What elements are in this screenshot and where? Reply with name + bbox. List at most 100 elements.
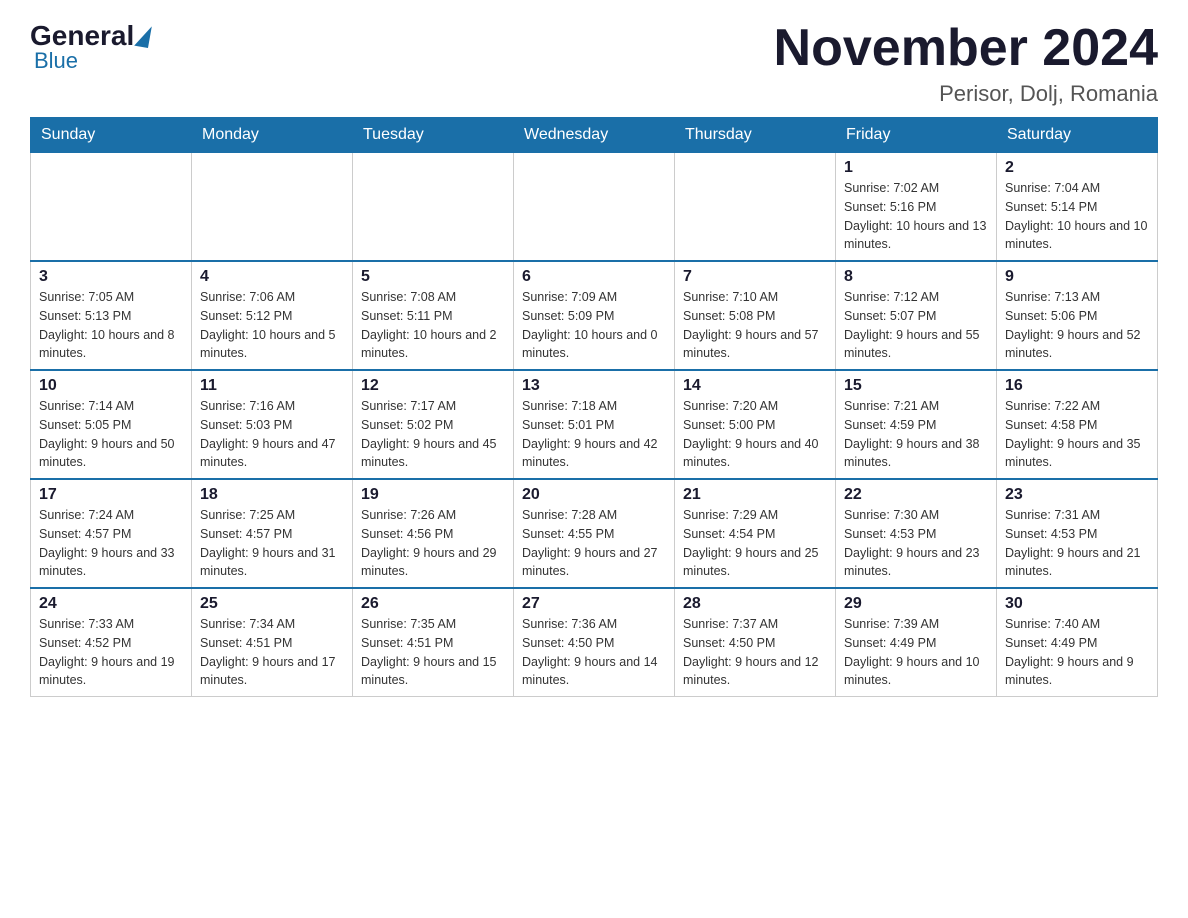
calendar-cell: 8 Sunrise: 7:12 AM Sunset: 5:07 PM Daylig… [836,261,997,370]
day-number: 10 [39,377,183,395]
day-number: 15 [844,377,988,395]
day-info: Sunrise: 7:09 AM Sunset: 5:09 PM Dayligh… [522,288,666,363]
day-info: Sunrise: 7:39 AM Sunset: 4:49 PM Dayligh… [844,615,988,690]
day-of-week-header: Tuesday [353,118,514,153]
calendar-title: November 2024 [774,20,1158,77]
day-info: Sunrise: 7:40 AM Sunset: 4:49 PM Dayligh… [1005,615,1149,690]
calendar-week-row: 1Sunrise: 7:02 AM Sunset: 5:16 PM Daylig… [31,153,1158,262]
calendar-cell: 30 Sunrise: 7:40 AM Sunset: 4:49 PM Dayli… [997,588,1158,697]
day-number: 2 [1005,159,1149,177]
day-info: Sunrise: 7:30 AM Sunset: 4:53 PM Dayligh… [844,506,988,581]
calendar-cell [675,153,836,262]
logo-blue-text: Blue [34,48,78,74]
day-number: 20 [522,486,666,504]
day-number: 6 [522,268,666,286]
day-number: 18 [200,486,344,504]
calendar-cell: 11 Sunrise: 7:16 AM Sunset: 5:03 PM Dayli… [192,370,353,479]
calendar-cell: 16 Sunrise: 7:22 AM Sunset: 4:58 PM Dayli… [997,370,1158,479]
day-info: Sunrise: 7:17 AM Sunset: 5:02 PM Dayligh… [361,397,505,472]
day-info: Sunrise: 7:10 AM Sunset: 5:08 PM Dayligh… [683,288,827,363]
day-number: 22 [844,486,988,504]
day-info: Sunrise: 7:29 AM Sunset: 4:54 PM Dayligh… [683,506,827,581]
day-number: 28 [683,595,827,613]
calendar-cell: 6 Sunrise: 7:09 AM Sunset: 5:09 PM Daylig… [514,261,675,370]
calendar-cell: 18 Sunrise: 7:25 AM Sunset: 4:57 PM Dayli… [192,479,353,588]
day-info: Sunrise: 7:05 AM Sunset: 5:13 PM Dayligh… [39,288,183,363]
day-info: Sunrise: 7:22 AM Sunset: 4:58 PM Dayligh… [1005,397,1149,472]
calendar-week-row: 24Sunrise: 7:33 AM Sunset: 4:52 PM Dayli… [31,588,1158,697]
day-info: Sunrise: 7:35 AM Sunset: 4:51 PM Dayligh… [361,615,505,690]
day-info: Sunrise: 7:18 AM Sunset: 5:01 PM Dayligh… [522,397,666,472]
calendar-cell: 10 Sunrise: 7:14 AM Sunset: 5:05 PM Dayli… [31,370,192,479]
day-number: 19 [361,486,505,504]
day-info: Sunrise: 7:14 AM Sunset: 5:05 PM Dayligh… [39,397,183,472]
calendar-cell [192,153,353,262]
day-number: 21 [683,486,827,504]
day-number: 16 [1005,377,1149,395]
day-of-week-header: Thursday [675,118,836,153]
day-info: Sunrise: 7:21 AM Sunset: 4:59 PM Dayligh… [844,397,988,472]
day-info: Sunrise: 7:24 AM Sunset: 4:57 PM Dayligh… [39,506,183,581]
day-info: Sunrise: 7:16 AM Sunset: 5:03 PM Dayligh… [200,397,344,472]
page-header: General Blue November 2024 Perisor, Dolj… [30,20,1158,107]
calendar-cell: 12 Sunrise: 7:17 AM Sunset: 5:02 PM Dayli… [353,370,514,479]
calendar-cell: 19 Sunrise: 7:26 AM Sunset: 4:56 PM Dayli… [353,479,514,588]
day-info: Sunrise: 7:37 AM Sunset: 4:50 PM Dayligh… [683,615,827,690]
day-info: Sunrise: 7:25 AM Sunset: 4:57 PM Dayligh… [200,506,344,581]
day-of-week-header: Wednesday [514,118,675,153]
calendar-cell: 14 Sunrise: 7:20 AM Sunset: 5:00 PM Dayli… [675,370,836,479]
day-info: Sunrise: 7:12 AM Sunset: 5:07 PM Dayligh… [844,288,988,363]
calendar-cell: 23 Sunrise: 7:31 AM Sunset: 4:53 PM Dayli… [997,479,1158,588]
day-info: Sunrise: 7:04 AM Sunset: 5:14 PM Dayligh… [1005,179,1149,254]
calendar-cell: 29 Sunrise: 7:39 AM Sunset: 4:49 PM Dayli… [836,588,997,697]
calendar-week-row: 3Sunrise: 7:05 AM Sunset: 5:13 PM Daylig… [31,261,1158,370]
day-number: 13 [522,377,666,395]
calendar-cell: 13 Sunrise: 7:18 AM Sunset: 5:01 PM Dayli… [514,370,675,479]
day-info: Sunrise: 7:31 AM Sunset: 4:53 PM Dayligh… [1005,506,1149,581]
day-of-week-header: Monday [192,118,353,153]
day-info: Sunrise: 7:13 AM Sunset: 5:06 PM Dayligh… [1005,288,1149,363]
calendar-cell: 4Sunrise: 7:06 AM Sunset: 5:12 PM Daylig… [192,261,353,370]
calendar-cell [514,153,675,262]
day-info: Sunrise: 7:34 AM Sunset: 4:51 PM Dayligh… [200,615,344,690]
day-info: Sunrise: 7:20 AM Sunset: 5:00 PM Dayligh… [683,397,827,472]
day-number: 23 [1005,486,1149,504]
day-of-week-header: Friday [836,118,997,153]
day-number: 12 [361,377,505,395]
day-info: Sunrise: 7:36 AM Sunset: 4:50 PM Dayligh… [522,615,666,690]
day-number: 25 [200,595,344,613]
day-number: 14 [683,377,827,395]
calendar-week-row: 10 Sunrise: 7:14 AM Sunset: 5:05 PM Dayli… [31,370,1158,479]
day-number: 26 [361,595,505,613]
day-of-week-header: Sunday [31,118,192,153]
calendar-cell: 15 Sunrise: 7:21 AM Sunset: 4:59 PM Dayli… [836,370,997,479]
calendar-subtitle: Perisor, Dolj, Romania [774,81,1158,107]
day-number: 9 [1005,268,1149,286]
calendar-cell: 24Sunrise: 7:33 AM Sunset: 4:52 PM Dayli… [31,588,192,697]
calendar-week-row: 17Sunrise: 7:24 AM Sunset: 4:57 PM Dayli… [31,479,1158,588]
day-number: 29 [844,595,988,613]
logo: General Blue [30,20,152,74]
calendar-cell: 9 Sunrise: 7:13 AM Sunset: 5:06 PM Daylig… [997,261,1158,370]
calendar-cell: 28 Sunrise: 7:37 AM Sunset: 4:50 PM Dayli… [675,588,836,697]
day-number: 11 [200,377,344,395]
day-info: Sunrise: 7:02 AM Sunset: 5:16 PM Dayligh… [844,179,988,254]
day-info: Sunrise: 7:06 AM Sunset: 5:12 PM Dayligh… [200,288,344,363]
calendar-header-row: SundayMondayTuesdayWednesdayThursdayFrid… [31,118,1158,153]
calendar-cell: 3Sunrise: 7:05 AM Sunset: 5:13 PM Daylig… [31,261,192,370]
day-number: 8 [844,268,988,286]
calendar-cell: 21 Sunrise: 7:29 AM Sunset: 4:54 PM Dayli… [675,479,836,588]
calendar-cell: 27 Sunrise: 7:36 AM Sunset: 4:50 PM Dayli… [514,588,675,697]
calendar-cell: 5Sunrise: 7:08 AM Sunset: 5:11 PM Daylig… [353,261,514,370]
day-info: Sunrise: 7:26 AM Sunset: 4:56 PM Dayligh… [361,506,505,581]
title-block: November 2024 Perisor, Dolj, Romania [774,20,1158,107]
day-number: 27 [522,595,666,613]
day-number: 24 [39,595,183,613]
logo-triangle-icon [134,24,152,48]
day-info: Sunrise: 7:28 AM Sunset: 4:55 PM Dayligh… [522,506,666,581]
day-number: 30 [1005,595,1149,613]
calendar-cell: 17Sunrise: 7:24 AM Sunset: 4:57 PM Dayli… [31,479,192,588]
calendar-cell: 7Sunrise: 7:10 AM Sunset: 5:08 PM Daylig… [675,261,836,370]
calendar-cell: 1Sunrise: 7:02 AM Sunset: 5:16 PM Daylig… [836,153,997,262]
calendar-cell [353,153,514,262]
